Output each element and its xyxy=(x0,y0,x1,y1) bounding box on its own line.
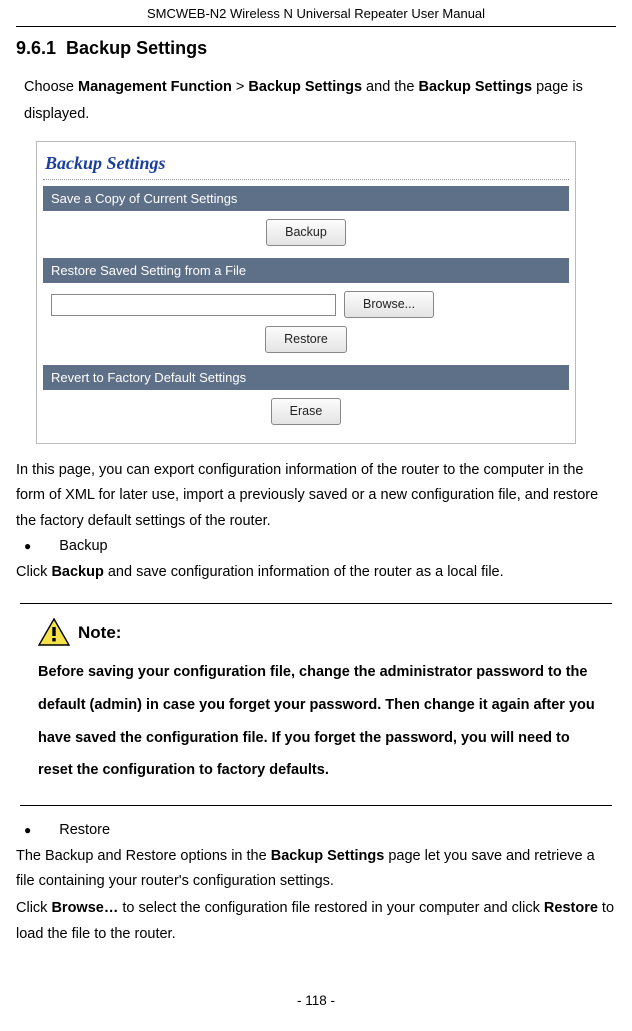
restore-paragraph-2: Click Browse… to select the configuratio… xyxy=(16,896,616,947)
intro-paragraph: Choose Management Function > Backup Sett… xyxy=(24,74,616,129)
document-header: SMCWEB-N2 Wireless N Universal Repeater … xyxy=(16,0,616,27)
section-number: 9.6.1 xyxy=(16,38,56,58)
note-block: Note: Before saving your configuration f… xyxy=(16,618,616,787)
bullet-icon: ● xyxy=(24,824,31,836)
bullet-restore-label: Restore xyxy=(59,820,110,842)
browse-button[interactable]: Browse... xyxy=(344,291,434,318)
section-heading: 9.6.1 Backup Settings xyxy=(16,35,616,62)
bullet-backup: ● Backup xyxy=(20,536,616,558)
bullet-backup-label: Backup xyxy=(59,536,107,558)
warning-icon xyxy=(38,618,70,646)
note-divider-bottom xyxy=(20,805,612,806)
restore-paragraph-1: The Backup and Restore options in the Ba… xyxy=(16,844,616,895)
bullet-icon: ● xyxy=(24,540,31,552)
ui-section-restore-file: Restore Saved Setting from a File xyxy=(43,258,569,284)
note-divider-top xyxy=(20,603,612,604)
note-label: Note: xyxy=(78,620,121,646)
note-body: Before saving your configuration file, c… xyxy=(38,656,606,787)
restore-button[interactable]: Restore xyxy=(265,326,347,353)
page-number: - 118 - xyxy=(16,991,616,1011)
ui-panel-title: Backup Settings xyxy=(43,146,569,180)
backup-button[interactable]: Backup xyxy=(266,219,346,246)
backup-instruction: Click Backup and save configuration info… xyxy=(16,560,616,585)
backup-settings-screenshot: Backup Settings Save a Copy of Current S… xyxy=(36,141,576,445)
bullet-restore: ● Restore xyxy=(20,820,616,842)
ui-section-revert-factory: Revert to Factory Default Settings xyxy=(43,365,569,391)
erase-button[interactable]: Erase xyxy=(271,398,342,425)
ui-section-save-copy: Save a Copy of Current Settings xyxy=(43,186,569,212)
description-paragraph: In this page, you can export configurati… xyxy=(16,458,616,534)
restore-file-path-input[interactable] xyxy=(51,294,336,316)
section-title: Backup Settings xyxy=(66,38,207,58)
